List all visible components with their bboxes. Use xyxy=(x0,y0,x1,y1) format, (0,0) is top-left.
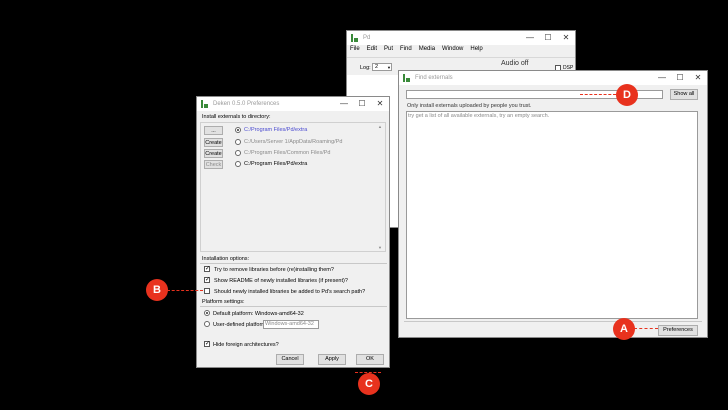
hide-foreign-checkbox[interactable]: ✓ xyxy=(204,341,210,347)
install-dir-list: ... C:/Program Files/Pd/extra Create C:/… xyxy=(200,122,386,252)
prefs-titlebar[interactable]: Deken 0.5.0 Preferences — ☐ ✕ xyxy=(197,97,389,111)
close-icon[interactable]: ✕ xyxy=(689,71,707,85)
scroll-up-icon[interactable]: ▲ xyxy=(378,124,382,129)
log-level-select[interactable]: 2 ▼ xyxy=(372,63,392,71)
create-button[interactable]: Create xyxy=(204,138,223,147)
hide-foreign-label: Hide foreign architectures? xyxy=(213,342,279,348)
dir-radio[interactable] xyxy=(235,161,241,167)
cancel-button[interactable]: Cancel xyxy=(276,354,304,365)
divider xyxy=(200,306,387,307)
default-platform-label: Default platform: Windows-amd64-32 xyxy=(213,311,304,317)
results-hint: try get a list of all available external… xyxy=(408,113,550,119)
dir-row: ... C:/Program Files/Pd/extra xyxy=(201,123,385,135)
remove-before-install-label: Try to remove libraries before (re)insta… xyxy=(214,267,334,273)
platform-heading: Platform settings: xyxy=(202,299,245,305)
menu-file[interactable]: File xyxy=(350,46,360,52)
pd-menubar: File Edit Put Find Media Window Help xyxy=(350,46,483,52)
minimize-icon[interactable]: — xyxy=(335,97,353,111)
pd-app-icon xyxy=(201,100,209,108)
deken-preferences-window: Deken 0.5.0 Preferences — ☐ ✕ Install ex… xyxy=(196,96,390,368)
prefs-window-title: Deken 0.5.0 Preferences xyxy=(213,101,280,107)
add-to-search-path-label: Should newly installed libraries be adde… xyxy=(214,289,366,295)
chevron-down-icon: ▼ xyxy=(387,64,391,70)
callout-b: B xyxy=(146,279,168,301)
menu-media[interactable]: Media xyxy=(419,46,435,52)
pd-window-title: Pd xyxy=(363,35,371,41)
dir-row: Check C:/Program Files/Pd/extra xyxy=(201,158,385,170)
pd-titlebar[interactable]: Pd — ☐ ✕ xyxy=(347,31,575,45)
pd-app-icon xyxy=(351,34,359,42)
preferences-button[interactable]: Preferences xyxy=(658,325,698,336)
divider xyxy=(200,263,387,264)
menu-window[interactable]: Window xyxy=(442,46,463,52)
install-options-heading: Installation options: xyxy=(202,256,250,262)
add-to-search-path-checkbox[interactable] xyxy=(204,288,210,294)
callout-a-leader xyxy=(634,328,658,329)
log-label: Log: xyxy=(360,65,371,71)
apply-button[interactable]: Apply xyxy=(318,354,346,365)
dir-path: C:/Program Files/Pd/extra xyxy=(244,127,308,133)
trust-note: Only install externals uploaded by peopl… xyxy=(407,103,532,109)
show-readme-checkbox[interactable]: ✓ xyxy=(204,277,210,283)
find-titlebar[interactable]: Find externals — ☐ ✕ xyxy=(399,71,707,85)
show-readme-label: Show README of newly installed libraries… xyxy=(214,278,348,284)
install-dir-heading: Install externals to directory: xyxy=(202,114,271,120)
maximize-icon[interactable]: ☐ xyxy=(539,31,557,45)
user-platform-label: User-defined platform: xyxy=(213,322,268,328)
default-platform-radio[interactable] xyxy=(204,310,210,316)
user-platform-radio[interactable] xyxy=(204,321,210,327)
dir-path: C:/Users/Server 1/AppData/Roaming/Pd xyxy=(244,139,343,145)
dir-radio[interactable] xyxy=(235,127,241,133)
callout-b-leader xyxy=(167,290,203,291)
minimize-icon[interactable]: — xyxy=(653,71,671,85)
dir-path: C:/Program Files/Common Files/Pd xyxy=(244,150,331,156)
minimize-icon[interactable]: — xyxy=(521,31,539,45)
dir-radio[interactable] xyxy=(235,139,241,145)
menu-edit[interactable]: Edit xyxy=(367,46,377,52)
callout-a: A xyxy=(613,318,635,340)
menu-put[interactable]: Put xyxy=(384,46,393,52)
callout-d: D xyxy=(616,84,638,106)
scrollbar[interactable]: ▲ ▼ xyxy=(378,124,384,250)
find-externals-window: Find externals — ☐ ✕ Show all Only insta… xyxy=(398,70,708,338)
pd-app-icon xyxy=(403,74,411,82)
maximize-icon[interactable]: ☐ xyxy=(671,71,689,85)
dir-radio[interactable] xyxy=(235,150,241,156)
menu-find[interactable]: Find xyxy=(400,46,412,52)
find-window-title: Find externals xyxy=(415,75,453,81)
user-platform-input[interactable]: Windows-amd64-32 xyxy=(263,320,319,329)
create-button[interactable]: Create xyxy=(204,149,223,158)
close-icon[interactable]: ✕ xyxy=(371,97,389,111)
maximize-icon[interactable]: ☐ xyxy=(353,97,371,111)
remove-before-install-checkbox[interactable]: ✓ xyxy=(204,266,210,272)
callout-c: C xyxy=(358,373,380,395)
dir-path: C:/Program Files/Pd/extra xyxy=(244,161,308,167)
menu-help[interactable]: Help xyxy=(470,46,482,52)
search-results[interactable]: try get a list of all available external… xyxy=(406,111,698,319)
show-all-button[interactable]: Show all xyxy=(670,89,698,100)
callout-d-leader xyxy=(580,94,616,95)
scroll-down-icon[interactable]: ▼ xyxy=(378,245,382,250)
check-button[interactable]: Check xyxy=(204,160,223,169)
status-bar xyxy=(404,321,702,322)
browse-button[interactable]: ... xyxy=(204,126,223,135)
ok-button[interactable]: OK xyxy=(356,354,384,365)
close-icon[interactable]: ✕ xyxy=(557,31,575,45)
audio-status: Audio off xyxy=(501,60,529,67)
